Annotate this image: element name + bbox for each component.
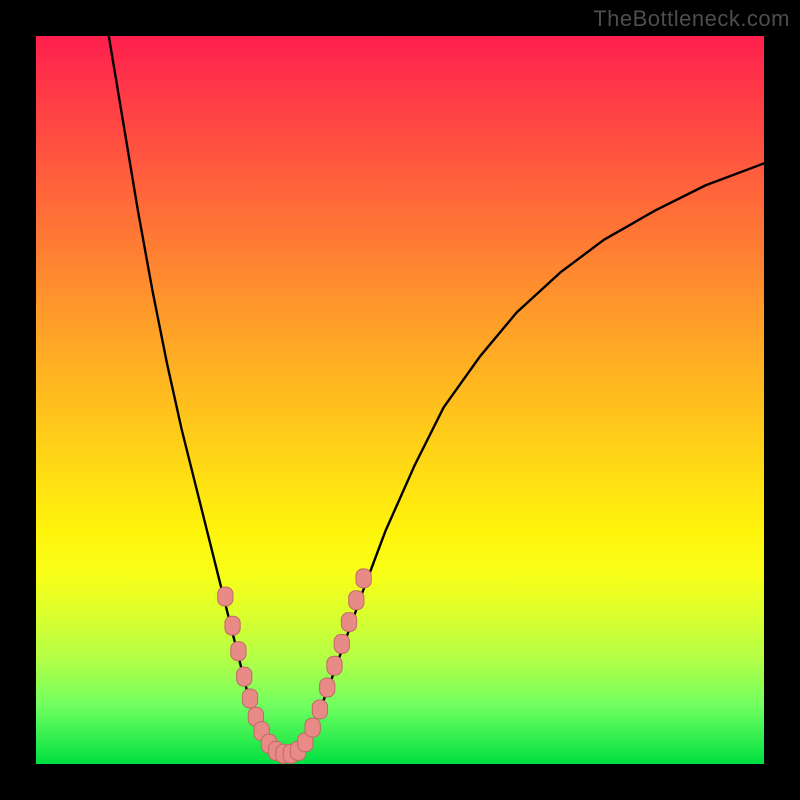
bottleneck-curve [109,36,764,755]
plot-area [36,36,764,764]
watermark-text: TheBottleneck.com [593,6,790,32]
data-marker [218,587,233,606]
data-marker [237,667,252,686]
data-marker [320,678,335,697]
data-marker [225,616,240,635]
curve-overlay [36,36,764,764]
data-marker [341,613,356,632]
data-marker [242,689,257,708]
chart-frame: TheBottleneck.com [0,0,800,800]
data-marker [327,656,342,675]
data-marker [356,569,371,588]
data-marker [334,634,349,653]
data-marker [305,718,320,737]
data-marker [312,700,327,719]
data-marker [349,591,364,610]
data-marker [231,642,246,661]
